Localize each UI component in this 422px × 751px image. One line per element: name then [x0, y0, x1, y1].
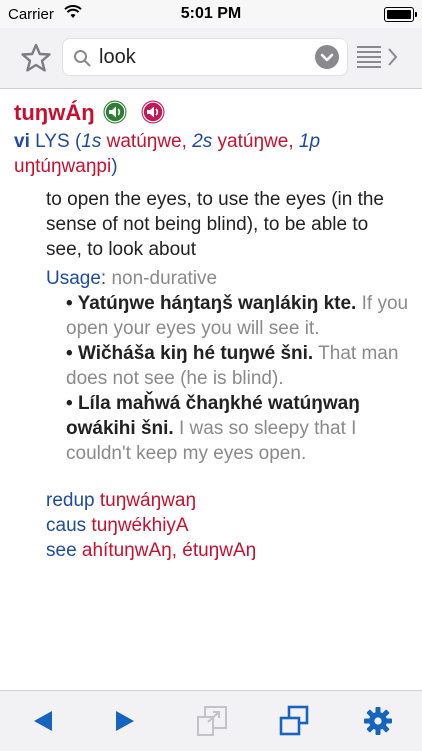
examples-list: • Yatúŋwe háŋtaŋš waŋlákiŋ kte. If you o…: [46, 291, 416, 466]
entry-content: tuŋwÁŋ vi LYS (1s watúŋwe, 2s yatúŋwe, 1…: [0, 89, 422, 689]
usage-label: Usage:: [46, 268, 107, 289]
list-item: • Wičháša kiŋ hé tuŋwé šni. That man doe…: [66, 343, 399, 389]
list-item: • Líla maȟwá čhaŋkhé watúŋwaŋ owákihi šn…: [66, 393, 360, 464]
example-lakota: Wičháša kiŋ hé tuŋwé šni.: [77, 343, 314, 364]
bottom-toolbar: [0, 690, 422, 751]
inflected-form: yatúŋwe,: [217, 131, 294, 152]
source-label: LYS: [35, 131, 70, 152]
usage-value: non-durative: [111, 268, 218, 289]
status-bar: Carrier 5:01 PM: [0, 0, 422, 28]
crossref-link[interactable]: tuŋwáŋwaŋ: [100, 490, 196, 511]
windows-icon[interactable]: [278, 705, 310, 737]
crossref-label: redup: [46, 490, 95, 511]
dropdown-button[interactable]: [315, 45, 339, 69]
crossref-see[interactable]: see ahítuŋwAŋ, étuŋwAŋ: [46, 538, 406, 563]
inflected-form: watúŋwe,: [106, 131, 187, 152]
speaker-icon[interactable]: [103, 100, 127, 124]
form-person: 1p: [298, 131, 321, 152]
paren-close: ): [111, 156, 118, 177]
crossref-link[interactable]: tuŋwékhiyA: [91, 515, 188, 536]
resize-icon[interactable]: [196, 705, 228, 737]
headword: tuŋwÁŋ: [14, 99, 95, 125]
search-input[interactable]: [99, 39, 299, 75]
form-person: 2s: [192, 131, 213, 152]
cross-references: redup tuŋwáŋwaŋ caus tuŋwékhiyA see ahít…: [46, 488, 406, 563]
entry-header: tuŋwÁŋ: [14, 95, 165, 129]
search-icon: [74, 50, 91, 67]
inflected-form: uŋtúŋwaŋpi: [14, 156, 112, 177]
crossref-caus[interactable]: caus tuŋwékhiyA: [46, 513, 406, 538]
search-bar: [0, 28, 422, 89]
crossref-label: see: [46, 540, 77, 561]
arrow-right-icon[interactable]: [108, 705, 140, 737]
crossref-label: caus: [46, 515, 87, 536]
clock: 5:01 PM: [180, 5, 242, 22]
grammar-line: vi LYS (1s watúŋwe, 2s yatúŋwe, 1p uŋtúŋ…: [14, 129, 409, 179]
example-lakota: Yatúŋwe háŋtaŋš waŋlákiŋ kte.: [77, 293, 357, 314]
arrow-left-icon[interactable]: [28, 705, 60, 737]
gear-icon[interactable]: [362, 705, 394, 737]
search-field[interactable]: [62, 38, 348, 76]
part-of-speech: vi: [14, 131, 30, 152]
form-person: 1s: [81, 131, 102, 152]
list-item: • Yatúŋwe háŋtaŋš waŋlákiŋ kte. If you o…: [66, 293, 409, 339]
star-icon[interactable]: [20, 42, 52, 74]
chevron-down-icon: [320, 53, 334, 62]
definition: to open the eyes, to use the eyes (in th…: [46, 189, 385, 260]
list-icon[interactable]: [356, 42, 404, 72]
battery-icon: [384, 7, 417, 22]
speaker-icon[interactable]: [141, 100, 165, 124]
usage-line: Usage: non-durative: [46, 266, 406, 291]
crossref-redup[interactable]: redup tuŋwáŋwaŋ: [46, 488, 406, 513]
crossref-link[interactable]: ahítuŋwAŋ, étuŋwAŋ: [82, 540, 256, 561]
